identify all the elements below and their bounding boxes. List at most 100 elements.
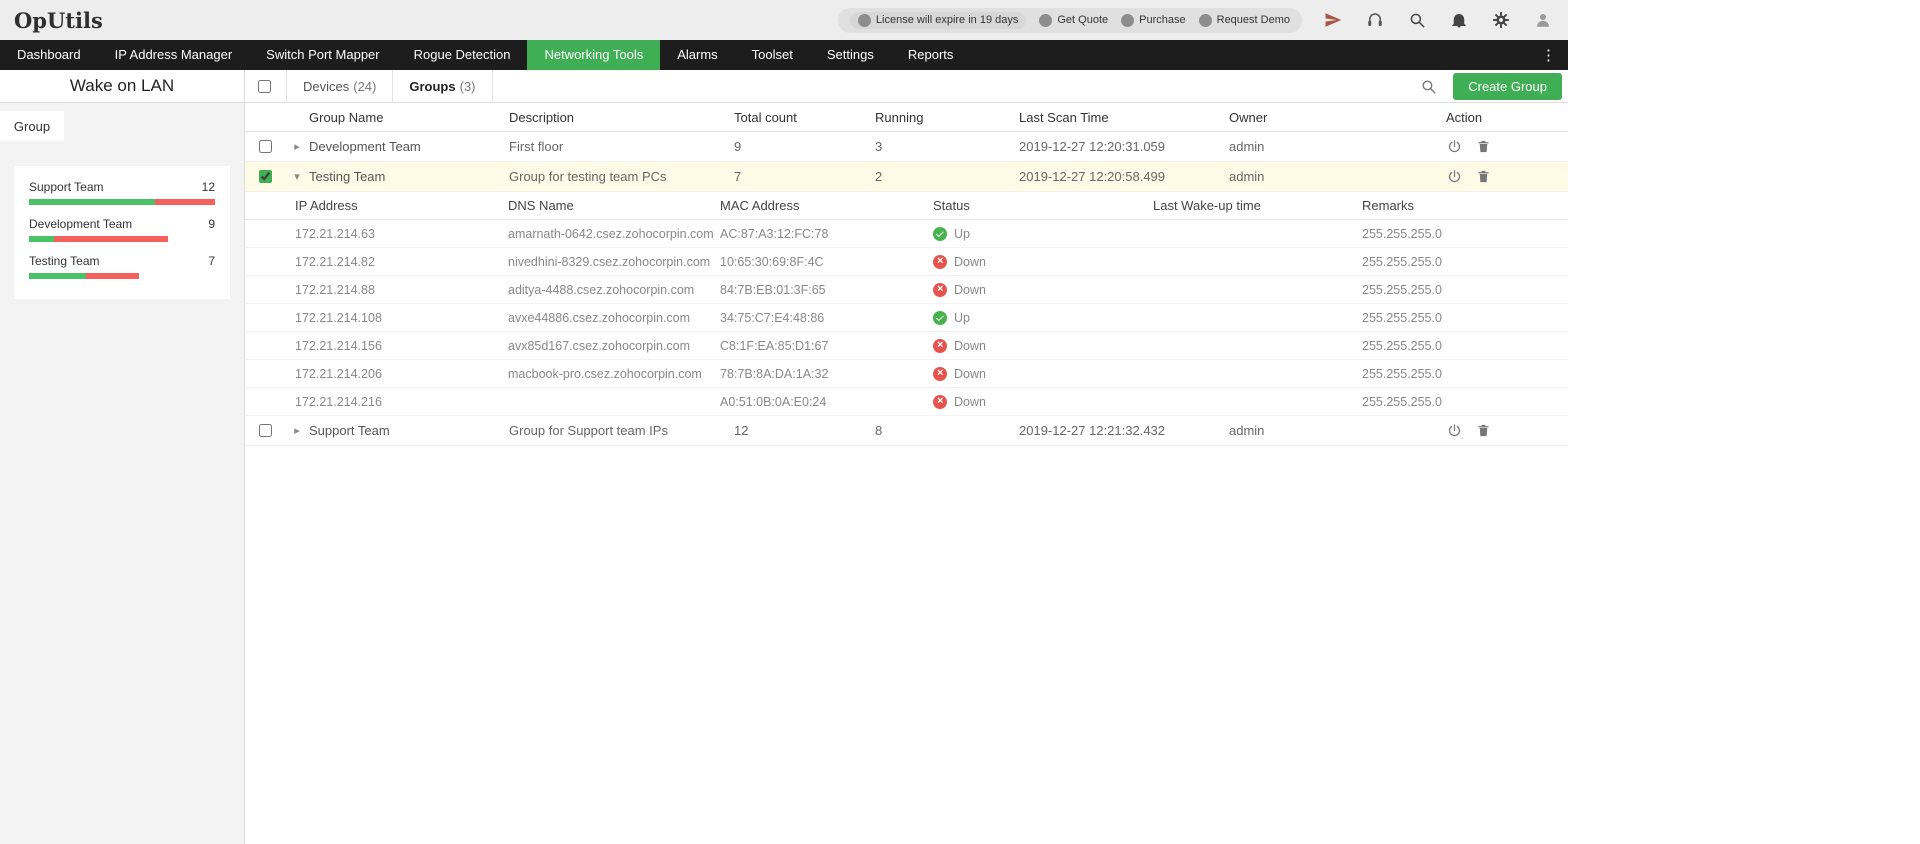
device-mac: 84:7B:EB:01:3F:65 — [720, 283, 933, 297]
wake-power-icon[interactable] — [1446, 139, 1462, 155]
col-action: Action — [1446, 110, 1568, 125]
nav-item[interactable]: Switch Port Mapper — [249, 40, 396, 70]
down-bar-segment — [54, 236, 168, 242]
row-actions — [1446, 423, 1568, 439]
request-demo-button[interactable]: Request Demo — [1199, 14, 1290, 27]
row-checkbox[interactable] — [259, 424, 272, 437]
send-icon[interactable] — [1322, 9, 1344, 31]
tab-groups[interactable]: Groups (3) — [393, 70, 492, 102]
license-expiry-badge: License will expire in 19 days — [850, 12, 1026, 29]
device-status: Up — [933, 311, 1153, 325]
nav-item[interactable]: Rogue Detection — [397, 40, 528, 70]
nav-item-label: Rogue Detection — [414, 47, 511, 62]
status-icon — [933, 367, 947, 381]
group-total: 7 — [734, 169, 875, 184]
nav-items: Dashboard IP Address Manager Switch Port… — [0, 40, 970, 70]
nav-item[interactable]: Toolset — [735, 40, 810, 70]
search-icon[interactable] — [1406, 9, 1428, 31]
running-bar-segment — [29, 199, 155, 205]
purchase-button[interactable]: Purchase — [1121, 14, 1185, 27]
table-row-support-team[interactable]: ▸ Support Team Group for Support team IP… — [245, 416, 1568, 446]
device-remarks: 255.255.255.0 — [1362, 339, 1568, 353]
get-quote-button[interactable]: Get Quote — [1039, 14, 1108, 27]
table-row-testing-team[interactable]: ▾ Testing Team Group for testing team PC… — [245, 162, 1568, 192]
status-icon — [933, 227, 947, 241]
status-label: Down — [954, 395, 986, 409]
content-area: Group Support Team 12 — [0, 103, 1568, 844]
wake-power-icon[interactable] — [1446, 423, 1462, 439]
expand-arrow-icon[interactable]: ▸ — [285, 140, 309, 153]
row-checkbox[interactable] — [259, 170, 272, 183]
group-name[interactable]: Support Team — [309, 423, 509, 438]
group-owner: admin — [1229, 423, 1446, 438]
nav-item[interactable]: Alarms — [660, 40, 734, 70]
device-row[interactable]: 172.21.214.108 avxe44886.csez.zohocorpin… — [245, 304, 1568, 332]
select-all-checkbox[interactable] — [258, 80, 271, 93]
wake-power-icon[interactable] — [1446, 169, 1462, 185]
device-row[interactable]: 172.21.214.156 avx85d167.csez.zohocorpin… — [245, 332, 1568, 360]
group-name[interactable]: Testing Team — [309, 169, 509, 184]
device-remarks: 255.255.255.0 — [1362, 227, 1568, 241]
nav-item[interactable]: Dashboard — [0, 40, 98, 70]
kebab-menu-icon[interactable]: ⋮ — [1529, 46, 1568, 64]
group-running: 8 — [875, 423, 1019, 438]
nav-item[interactable]: Settings — [810, 40, 891, 70]
sidebar-tab-group[interactable]: Group — [0, 111, 64, 141]
nav-item[interactable]: Reports — [891, 40, 971, 70]
device-row[interactable]: 172.21.214.82 nivedhini-8329.csez.zohoco… — [245, 248, 1568, 276]
device-row[interactable]: 172.21.214.216 A0:51:0B:0A:E0:24 Down 25… — [245, 388, 1568, 416]
settings-gear-icon[interactable] — [1490, 9, 1512, 31]
page-title: Wake on LAN — [0, 70, 245, 102]
group-stat-name: Development Team — [29, 217, 132, 231]
topbar-actions: License will expire in 19 days Get Quote… — [838, 8, 1554, 33]
devices-table-header: IP Address DNS Name MAC Address Status L… — [245, 192, 1568, 220]
group-stat-item[interactable]: Support Team 12 — [29, 180, 215, 205]
delete-trash-icon[interactable] — [1475, 423, 1491, 439]
table-search-icon[interactable] — [1417, 75, 1439, 97]
row-checkbox[interactable] — [259, 140, 272, 153]
get-quote-label: Get Quote — [1057, 14, 1108, 26]
col-ip-address: IP Address — [295, 198, 508, 213]
create-group-button[interactable]: Create Group — [1453, 73, 1562, 100]
request-demo-label: Request Demo — [1217, 14, 1290, 26]
devices-table-body: 172.21.214.63 amarnath-0642.csez.zohocor… — [245, 220, 1568, 416]
group-stat-name: Testing Team — [29, 254, 99, 268]
device-row[interactable]: 172.21.214.63 amarnath-0642.csez.zohocor… — [245, 220, 1568, 248]
group-last-scan: 2019-12-27 12:21:32.432 — [1019, 423, 1229, 438]
device-mac: C8:1F:EA:85:D1:67 — [720, 339, 933, 353]
device-mac: 10:65:30:69:8F:4C — [720, 255, 933, 269]
device-ip: 172.21.214.206 — [295, 367, 508, 381]
group-stat-item[interactable]: Development Team 9 — [29, 217, 215, 242]
tab-devices[interactable]: Devices (24) — [286, 70, 393, 102]
col-status: Status — [933, 198, 1153, 213]
device-row[interactable]: 172.21.214.206 macbook-pro.csez.zohocorp… — [245, 360, 1568, 388]
nav-item-label: Toolset — [752, 47, 793, 62]
device-row[interactable]: 172.21.214.88 aditya-4488.csez.zohocorpi… — [245, 276, 1568, 304]
collapse-arrow-icon[interactable]: ▾ — [285, 170, 309, 183]
delete-trash-icon[interactable] — [1475, 169, 1491, 185]
group-name[interactable]: Development Team — [309, 139, 509, 154]
group-owner: admin — [1229, 169, 1446, 184]
demo-icon — [1199, 14, 1212, 27]
toolbar-main: Devices (24) Groups (3) Create Group — [245, 70, 1568, 102]
headset-support-icon[interactable] — [1364, 9, 1386, 31]
expand-arrow-icon[interactable]: ▸ — [285, 424, 309, 437]
nav-item[interactable]: Networking Tools — [527, 40, 660, 70]
group-last-scan: 2019-12-27 12:20:58.499 — [1019, 169, 1229, 184]
nav-item-label: Reports — [908, 47, 954, 62]
toolbar-right: Create Group — [1417, 73, 1568, 100]
groups-panel: Group Name Description Total count Runni… — [245, 103, 1568, 844]
device-remarks: 255.255.255.0 — [1362, 311, 1568, 325]
group-summary-card: Support Team 12 Development Team 9 — [14, 166, 230, 299]
user-avatar-icon[interactable] — [1532, 9, 1554, 31]
table-row-development-team[interactable]: ▸ Development Team First floor 9 3 2019-… — [245, 132, 1568, 162]
group-stat-bar — [29, 199, 215, 205]
group-stat-item[interactable]: Testing Team 7 — [29, 254, 215, 279]
nav-item[interactable]: IP Address Manager — [98, 40, 250, 70]
device-status: Up — [933, 227, 1153, 241]
delete-trash-icon[interactable] — [1475, 139, 1491, 155]
notifications-bell-icon[interactable] — [1448, 9, 1470, 31]
status-label: Down — [954, 367, 986, 381]
groups-table-header: Group Name Description Total count Runni… — [245, 103, 1568, 132]
device-mac: 34:75:C7:E4:48:86 — [720, 311, 933, 325]
